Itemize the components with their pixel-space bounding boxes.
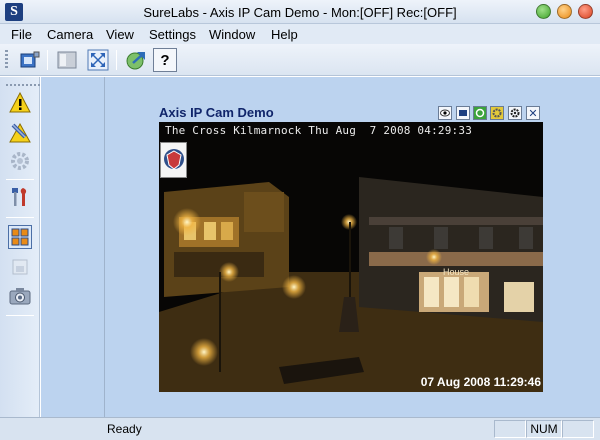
sidebar-separator bbox=[6, 179, 34, 180]
sidebar-separator bbox=[6, 315, 34, 316]
camera-close-button[interactable]: ✕ bbox=[526, 106, 540, 120]
workspace-left-area bbox=[41, 77, 104, 417]
camera-video-feed[interactable]: House The Cross Kilmarnock Thu Aug 7 200… bbox=[159, 122, 543, 392]
alert-settings-button[interactable] bbox=[8, 120, 32, 144]
menu-camera[interactable]: Camera bbox=[47, 27, 93, 42]
refresh-icon bbox=[475, 108, 485, 118]
camera-icon bbox=[20, 51, 40, 68]
snapshot-button[interactable] bbox=[8, 284, 32, 308]
status-bar: Ready NUM bbox=[0, 417, 600, 440]
maximize-button[interactable] bbox=[557, 4, 572, 19]
toolbar-separator bbox=[47, 50, 48, 70]
toolbar-grip[interactable] bbox=[5, 50, 8, 70]
status-pane-num: NUM bbox=[526, 420, 562, 438]
camera-scene: House bbox=[159, 122, 543, 392]
main-toolbar: ? bbox=[0, 44, 600, 76]
connect-button[interactable] bbox=[124, 48, 148, 72]
menu-bar: File Camera View Settings Window Help bbox=[0, 24, 600, 44]
gear-icon bbox=[11, 152, 29, 170]
menu-file[interactable]: File bbox=[11, 27, 32, 42]
warning-edit-icon bbox=[9, 122, 31, 143]
window-title: SureLabs - Axis IP Cam Demo - Mon:[OFF] … bbox=[143, 5, 457, 20]
minimize-button[interactable] bbox=[536, 4, 551, 19]
menu-window[interactable]: Window bbox=[209, 27, 255, 42]
lock-icon bbox=[12, 259, 28, 275]
sidebar-separator bbox=[6, 217, 34, 218]
globe-arrow-icon bbox=[126, 52, 145, 70]
tools-icon bbox=[12, 188, 27, 206]
menu-settings[interactable]: Settings bbox=[149, 27, 196, 42]
camera-snapshot-small-button[interactable] bbox=[508, 106, 522, 120]
menu-help[interactable]: Help bbox=[271, 27, 298, 42]
camera-view-button[interactable] bbox=[438, 106, 452, 120]
window-layout-button[interactable] bbox=[55, 48, 79, 72]
shield-logo-icon bbox=[163, 149, 184, 170]
help-button[interactable]: ? bbox=[153, 48, 177, 72]
window-layout-icon bbox=[57, 51, 77, 69]
motion-detect-button[interactable] bbox=[8, 149, 32, 173]
help-icon: ? bbox=[160, 51, 170, 69]
title-bar[interactable]: S SureLabs - Axis IP Cam Demo - Mon:[OFF… bbox=[0, 0, 600, 24]
camera-refresh-button[interactable] bbox=[473, 106, 487, 120]
camera-window-title: Axis IP Cam Demo bbox=[159, 105, 274, 120]
status-pane-scroll bbox=[562, 420, 594, 438]
camera-timestamp: 07 Aug 2008 11:29:46 bbox=[420, 375, 541, 389]
camera-logo bbox=[160, 142, 187, 178]
fullscreen-button[interactable] bbox=[86, 48, 110, 72]
warning-icon bbox=[9, 92, 31, 113]
menu-view[interactable]: View bbox=[106, 27, 134, 42]
tools-button[interactable] bbox=[8, 185, 32, 209]
eye-icon bbox=[440, 109, 450, 117]
snapshot-camera-icon bbox=[9, 288, 31, 305]
camera-settings-button[interactable] bbox=[18, 48, 42, 72]
alert-button[interactable] bbox=[8, 91, 32, 115]
record-icon bbox=[459, 110, 467, 116]
grid-layout-button[interactable] bbox=[8, 225, 32, 249]
camera-overlay-caption: The Cross Kilmarnock Thu Aug 7 2008 04:2… bbox=[165, 124, 473, 137]
status-text: Ready bbox=[107, 422, 142, 436]
grid-icon bbox=[11, 228, 29, 246]
status-pane-caps bbox=[494, 420, 526, 438]
close-icon: ✕ bbox=[528, 107, 538, 120]
camera-record-button[interactable] bbox=[456, 106, 470, 120]
gear-icon bbox=[510, 108, 520, 118]
close-button[interactable] bbox=[578, 4, 593, 19]
settings-icon bbox=[492, 108, 502, 118]
fullscreen-icon bbox=[87, 49, 109, 71]
camera-settings-small-button[interactable] bbox=[490, 106, 504, 120]
side-toolbar bbox=[0, 77, 98, 417]
toolbar-separator bbox=[116, 50, 117, 70]
shop-sign: House bbox=[443, 267, 469, 277]
lock-button[interactable] bbox=[8, 255, 32, 279]
